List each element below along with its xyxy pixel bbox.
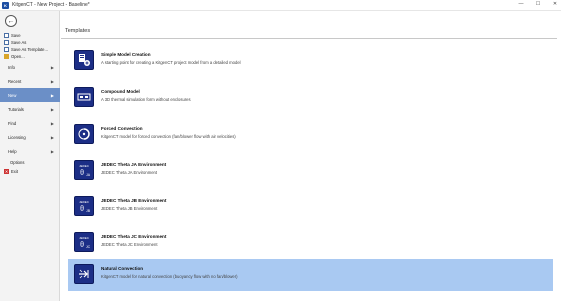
compound-model-icon (74, 87, 94, 107)
chevron-right-icon: ▶ (50, 120, 54, 126)
template-forced-convection[interactable]: Forced Convection KitgenCT model for for… (68, 119, 553, 151)
template-jedec-theta-jb[interactable]: JEDEC θ JB JEDEC Theta JB Environment JEDE… (68, 191, 553, 223)
theta-jb-icon: JEDEC θ JB (74, 196, 94, 216)
menu-item-label: Help (8, 148, 17, 154)
menu-item-recent[interactable]: Recent ▶ (0, 74, 60, 88)
template-description: JEDEC Theta JB Environment (101, 206, 158, 211)
menu-item-label: Save As (11, 40, 27, 45)
save-as-icon (4, 40, 9, 45)
menu-item-exit[interactable]: ✕ Exit (0, 167, 60, 176)
theta-subscript: JC (86, 245, 91, 249)
template-name: Natural Convection (101, 266, 144, 271)
template-description: KitgenCT model for forced convection (fa… (101, 134, 236, 139)
theta-subscript: JB (86, 209, 91, 213)
theta-ja-icon: JEDEC θ JA (74, 160, 94, 180)
template-jedec-theta-ja[interactable]: JEDEC θ JA JEDEC Theta JA Environment JEDE… (68, 155, 553, 187)
chevron-right-icon: ▶ (50, 78, 54, 84)
template-icon (4, 47, 9, 52)
menu-item-open[interactable]: Open... (0, 53, 60, 60)
template-simple-model-creation[interactable]: Simple Model Creation A starting point f… (68, 45, 553, 77)
template-description: A starting point for creating a KitgenCT… (101, 60, 241, 65)
svg-text:θ: θ (80, 168, 84, 177)
chevron-right-icon: ▶ (50, 92, 54, 98)
exit-icon: ✕ (4, 169, 9, 174)
window-title: KitgenCT - New Project - Baseline* (12, 2, 90, 8)
menu-item-label: Save As Template... (11, 47, 48, 52)
chevron-right-icon: ▶ (50, 106, 54, 112)
menu-item-help[interactable]: Help ▶ (0, 144, 60, 158)
window-controls: — ☐ ✕ (517, 1, 559, 7)
chevron-right-icon: ▶ (50, 134, 54, 140)
theta-jc-icon: JEDEC θ JC (74, 232, 94, 252)
app-logo-letter: K (4, 2, 7, 8)
section-divider (61, 38, 557, 39)
svg-text:θ: θ (80, 204, 84, 213)
maximize-button[interactable]: ☐ (534, 1, 542, 7)
menu-item-save-as-template[interactable]: Save As Template... (0, 46, 60, 53)
template-description: KitgenCT model for natural convection (b… (101, 274, 238, 279)
menu-item-new[interactable]: New ▶ (0, 88, 60, 102)
template-name: Forced Convection (101, 126, 143, 131)
minimize-button[interactable]: — (517, 1, 525, 7)
forced-convection-icon (74, 124, 94, 144)
backstage-menu: Save Save As Save As Template... Open...… (0, 32, 60, 176)
menu-item-label: Save (11, 33, 21, 38)
app-logo-icon: K (2, 1, 9, 9)
menu-item-label: Licensing (8, 134, 26, 140)
menu-item-options[interactable]: Options (0, 158, 60, 167)
chevron-right-icon: ▶ (50, 148, 54, 154)
close-button[interactable]: ✕ (551, 1, 559, 7)
natural-convection-icon (74, 264, 94, 284)
template-jedec-theta-jc[interactable]: JEDEC θ JC JEDEC Theta JC Environment JEDE… (68, 227, 553, 259)
menu-item-label: Recent (8, 78, 22, 84)
menu-item-label: Tutorials (8, 106, 24, 112)
model-creation-icon (74, 50, 94, 70)
theta-subscript: JA (86, 173, 91, 177)
back-arrow-icon: ← (7, 17, 15, 25)
title-bar: K KitgenCT - New Project - Baseline* — ☐… (0, 0, 561, 11)
menu-item-label: Find (8, 120, 17, 126)
template-name: JEDEC Theta JB Environment (101, 198, 167, 203)
menu-item-info[interactable]: Info ▶ (0, 60, 60, 74)
save-icon (4, 33, 9, 38)
section-title: Templates (65, 28, 91, 34)
template-name: JEDEC Theta JA Environment (101, 162, 167, 167)
chevron-right-icon: ▶ (50, 64, 54, 70)
menu-item-label: Exit (11, 169, 18, 174)
menu-item-licensing[interactable]: Licensing ▶ (0, 130, 60, 144)
template-compound-model[interactable]: Compound Model A 3D thermal simulation f… (68, 82, 553, 114)
folder-icon (4, 54, 9, 59)
menu-item-label: New (8, 92, 17, 98)
template-name: Compound Model (101, 89, 140, 94)
template-name: JEDEC Theta JC Environment (101, 234, 167, 239)
svg-text:θ: θ (80, 240, 84, 249)
menu-item-save[interactable]: Save (0, 32, 60, 39)
back-button[interactable]: ← (5, 15, 17, 27)
template-description: JEDEC Theta JC Environment (101, 242, 158, 247)
template-natural-convection[interactable]: Natural Convection KitgenCT model for na… (68, 259, 553, 291)
menu-item-save-as[interactable]: Save As (0, 39, 60, 46)
menu-item-tutorials[interactable]: Tutorials ▶ (0, 102, 60, 116)
menu-item-find[interactable]: Find ▶ (0, 116, 60, 130)
menu-item-label: Options (10, 160, 25, 165)
template-description: JEDEC Theta JA Environment (101, 170, 158, 175)
backstage-sidebar: ← Save Save As Save As Template... Open.… (0, 11, 60, 301)
template-name: Simple Model Creation (101, 52, 151, 57)
template-description: A 3D thermal simulation form without enc… (101, 97, 191, 102)
menu-item-label: Open... (11, 54, 25, 59)
menu-item-label: Info (8, 64, 15, 70)
